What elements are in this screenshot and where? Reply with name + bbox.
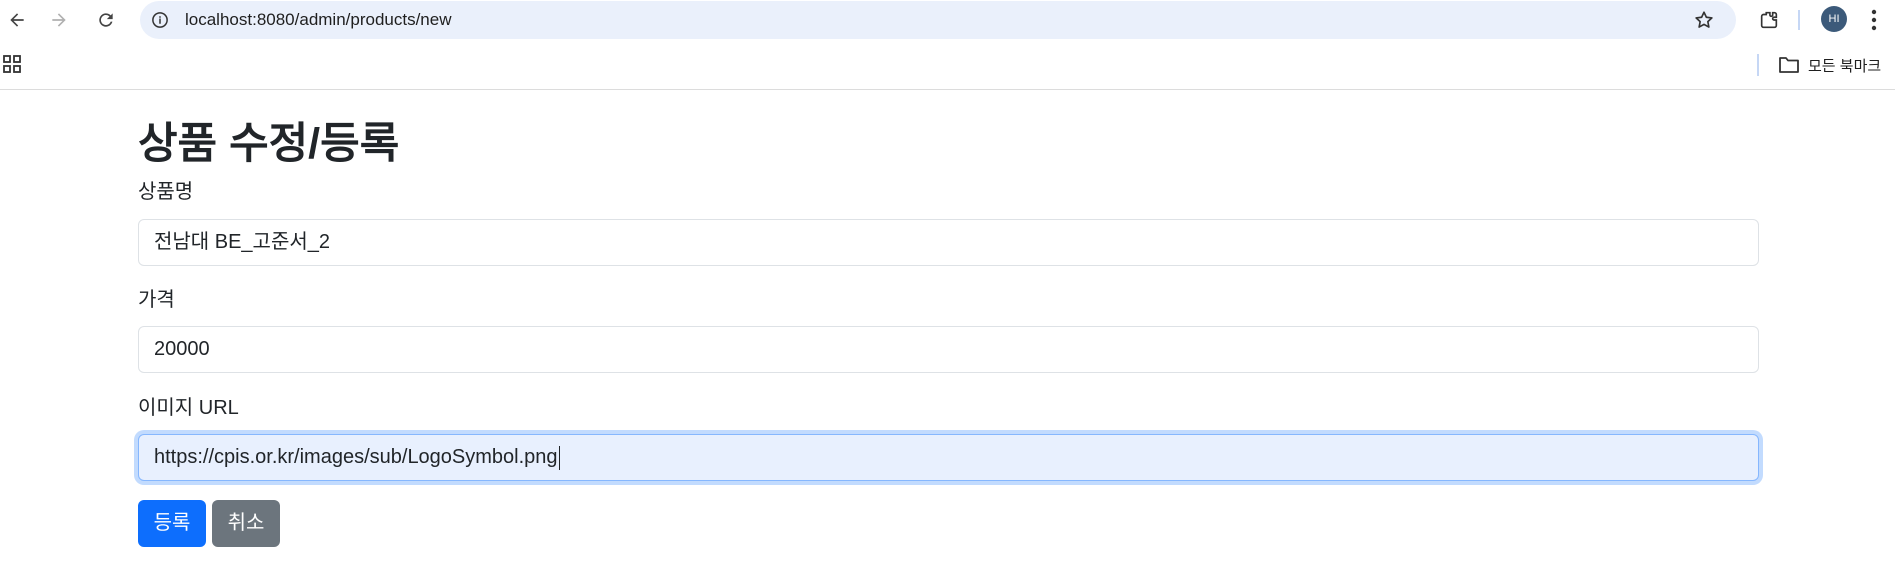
submit-button[interactable]: 등록 bbox=[138, 500, 206, 547]
page-title: 상품 수정/등록 bbox=[138, 120, 400, 168]
image-url-label: 이미지 URL bbox=[138, 397, 239, 419]
price-input[interactable]: 20000 bbox=[138, 326, 1759, 373]
all-bookmarks-button[interactable]: 모든 북마크 bbox=[1778, 50, 1881, 80]
browser-toolbar: localhost:8080/admin/products/new HI bbox=[0, 0, 1895, 40]
back-arrow-icon bbox=[10, 13, 24, 27]
image-url-value: https://cpis.or.kr/images/sub/LogoSymbol… bbox=[154, 446, 558, 468]
bookmarks-bar: 모든 북마크 bbox=[0, 40, 1895, 90]
apps-grid-icon[interactable] bbox=[2, 54, 24, 76]
back-button[interactable] bbox=[1, 4, 33, 36]
text-caret bbox=[558, 445, 560, 470]
url-text[interactable]: localhost:8080/admin/products/new bbox=[185, 1, 452, 39]
folder-icon bbox=[1779, 57, 1799, 73]
forward-arrow-icon bbox=[52, 13, 66, 27]
extensions-icon[interactable] bbox=[1755, 6, 1783, 34]
product-name-label: 상품명 bbox=[138, 181, 194, 203]
site-info-icon[interactable] bbox=[148, 8, 172, 32]
bookmark-star-icon[interactable] bbox=[1692, 8, 1716, 32]
price-label: 가격 bbox=[138, 289, 175, 311]
bookmarks-divider bbox=[1757, 54, 1759, 76]
all-bookmarks-label: 모든 북마크 bbox=[1808, 57, 1882, 75]
image-url-input[interactable]: https://cpis.or.kr/images/sub/LogoSymbol… bbox=[138, 434, 1759, 481]
reload-button[interactable] bbox=[90, 4, 122, 36]
reload-icon bbox=[99, 13, 113, 27]
forward-button[interactable] bbox=[43, 4, 75, 36]
address-bar[interactable]: localhost:8080/admin/products/new bbox=[140, 1, 1736, 39]
cancel-button[interactable]: 취소 bbox=[212, 500, 280, 547]
product-name-input[interactable]: 전남대 BE_고준서_2 bbox=[138, 219, 1759, 266]
profile-avatar[interactable]: HI bbox=[1821, 6, 1847, 32]
toolbar-divider bbox=[1798, 10, 1800, 30]
kebab-menu-icon[interactable] bbox=[1862, 6, 1886, 34]
